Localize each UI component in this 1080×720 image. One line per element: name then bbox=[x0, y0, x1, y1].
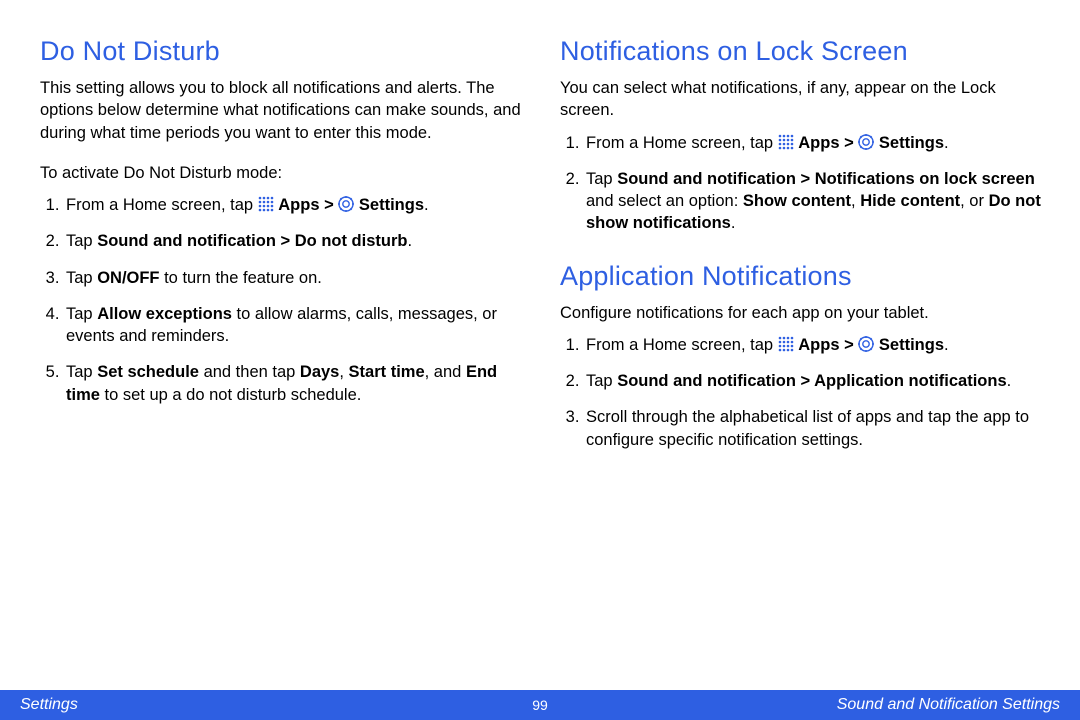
apps-label: Apps bbox=[798, 336, 839, 354]
settings-label: Settings bbox=[879, 336, 944, 354]
dnd-howto-lead: To activate Do Not Disturb mode: bbox=[40, 162, 524, 184]
lockscreen-intro: You can select what notifications, if an… bbox=[560, 77, 1044, 122]
text: From a Home screen, tap bbox=[66, 196, 258, 214]
section-app-notifications: Application Notifications Configure noti… bbox=[560, 261, 1044, 451]
text: , bbox=[339, 363, 348, 381]
apps-label: Apps bbox=[278, 196, 319, 214]
lock-step-2: Tap Sound and notification > Notificatio… bbox=[584, 168, 1044, 235]
dnd-intro: This setting allows you to block all not… bbox=[40, 77, 524, 144]
text: , or bbox=[960, 192, 988, 210]
dnd-step-2: Tap Sound and notification > Do not dist… bbox=[64, 230, 524, 252]
text: From a Home screen, tap bbox=[586, 336, 778, 354]
period: . bbox=[407, 232, 412, 250]
text: to turn the feature on. bbox=[160, 269, 322, 287]
text: , and bbox=[425, 363, 466, 381]
bold: Sound and notification bbox=[617, 372, 796, 390]
settings-label: Settings bbox=[359, 196, 424, 214]
bold: Show content bbox=[743, 192, 851, 210]
arrow: > bbox=[324, 196, 334, 214]
arrow: > bbox=[796, 170, 815, 188]
apps-icon bbox=[778, 134, 794, 150]
bold: Sound and notification bbox=[97, 232, 276, 250]
dnd-step-3: Tap ON/OFF to turn the feature on. bbox=[64, 267, 524, 289]
text: Tap bbox=[586, 372, 617, 390]
text: . bbox=[731, 214, 736, 232]
heading-dnd: Do Not Disturb bbox=[40, 36, 524, 67]
text: Tap bbox=[586, 170, 617, 188]
bold: Sound and notification bbox=[617, 170, 796, 188]
text: and select an option: bbox=[586, 192, 743, 210]
dnd-step-5: Tap Set schedule and then tap Days, Star… bbox=[64, 361, 524, 406]
two-column-layout: Do Not Disturb This setting allows you t… bbox=[0, 0, 1080, 670]
bold: Allow exceptions bbox=[97, 305, 232, 323]
arrow: > bbox=[796, 372, 814, 390]
bold: Days bbox=[300, 363, 339, 381]
dnd-step-4: Tap Allow exceptions to allow alarms, ca… bbox=[64, 303, 524, 348]
period: . bbox=[944, 336, 949, 354]
text: From a Home screen, tap bbox=[586, 134, 778, 152]
text: , bbox=[851, 192, 860, 210]
bold: Notifications on lock screen bbox=[815, 170, 1035, 188]
arrow: > bbox=[276, 232, 295, 250]
page-number: 99 bbox=[532, 697, 548, 713]
apps-icon bbox=[258, 196, 274, 212]
section-do-not-disturb: Do Not Disturb This setting allows you t… bbox=[40, 36, 524, 406]
bold: Application notifications bbox=[814, 372, 1007, 390]
settings-label: Settings bbox=[879, 134, 944, 152]
apps-icon bbox=[778, 336, 794, 352]
text: Tap bbox=[66, 363, 97, 381]
text: Tap bbox=[66, 269, 97, 287]
gear-icon bbox=[858, 336, 874, 352]
dnd-step-1: From a Home screen, tap Apps > Settings. bbox=[64, 194, 524, 216]
bold: Hide content bbox=[860, 192, 960, 210]
app-notif-intro: Configure notifications for each app on … bbox=[560, 302, 1044, 324]
right-column: Notifications on Lock Screen You can sel… bbox=[560, 36, 1044, 670]
bold: ON/OFF bbox=[97, 269, 159, 287]
arrow: > bbox=[844, 336, 854, 354]
bold: Do not disturb bbox=[295, 232, 408, 250]
section-lock-screen: Notifications on Lock Screen You can sel… bbox=[560, 36, 1044, 235]
dnd-steps: From a Home screen, tap Apps > Settings.… bbox=[40, 194, 524, 406]
heading-lockscreen: Notifications on Lock Screen bbox=[560, 36, 1044, 67]
text: and then tap bbox=[199, 363, 300, 381]
manual-page: Do Not Disturb This setting allows you t… bbox=[0, 0, 1080, 720]
text: . bbox=[1007, 372, 1012, 390]
text: Tap bbox=[66, 305, 97, 323]
arrow: > bbox=[844, 134, 854, 152]
gear-icon bbox=[338, 196, 354, 212]
text: Tap bbox=[66, 232, 97, 250]
app-step-1: From a Home screen, tap Apps > Settings. bbox=[584, 334, 1044, 356]
app-step-3: Scroll through the alphabetical list of … bbox=[584, 406, 1044, 451]
app-notif-steps: From a Home screen, tap Apps > Settings.… bbox=[560, 334, 1044, 451]
period: . bbox=[424, 196, 429, 214]
app-step-2: Tap Sound and notification > Application… bbox=[584, 370, 1044, 392]
apps-label: Apps bbox=[798, 134, 839, 152]
page-footer: Settings 99 Sound and Notification Setti… bbox=[0, 690, 1080, 720]
text: to set up a do not disturb schedule. bbox=[100, 386, 361, 404]
bold: Set schedule bbox=[97, 363, 199, 381]
heading-app-notif: Application Notifications bbox=[560, 261, 1044, 292]
lockscreen-steps: From a Home screen, tap Apps > Settings.… bbox=[560, 132, 1044, 235]
bold: Start time bbox=[349, 363, 425, 381]
footer-right: Sound and Notification Settings bbox=[837, 696, 1060, 714]
lock-step-1: From a Home screen, tap Apps > Settings. bbox=[584, 132, 1044, 154]
left-column: Do Not Disturb This setting allows you t… bbox=[40, 36, 524, 670]
gear-icon bbox=[858, 134, 874, 150]
footer-left: Settings bbox=[20, 696, 78, 714]
period: . bbox=[944, 134, 949, 152]
